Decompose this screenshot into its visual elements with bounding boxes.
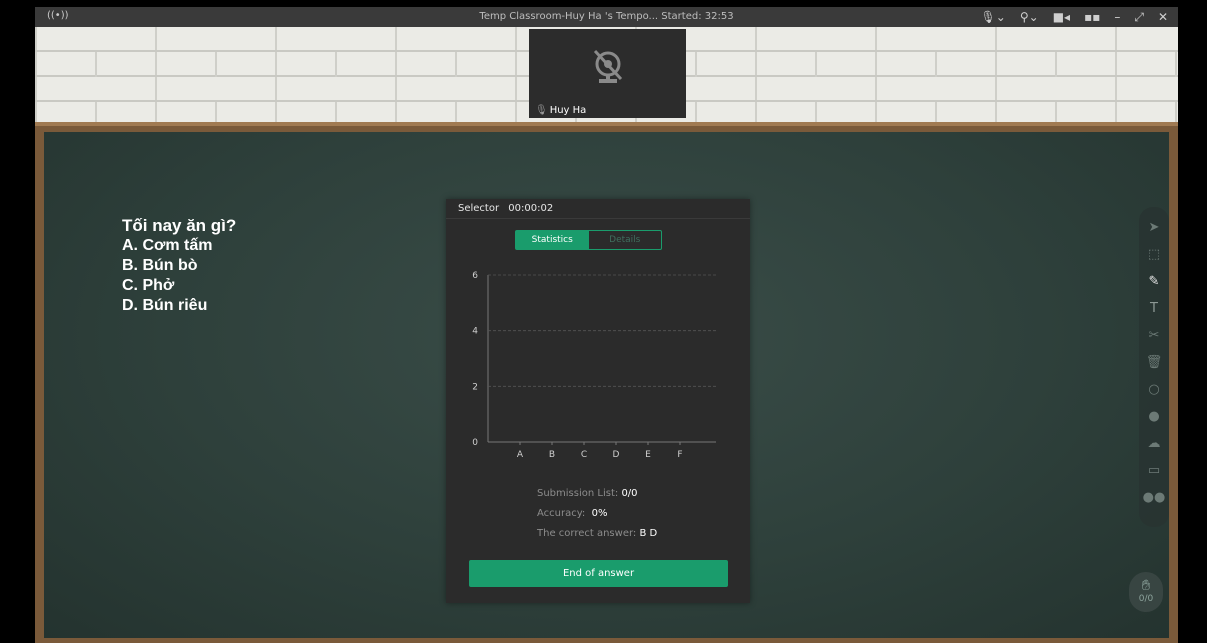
video-icon[interactable]: ■◂: [1053, 9, 1070, 25]
mic-icon[interactable]: 🎙︎⌄: [981, 9, 1006, 25]
accuracy-label: Accuracy:: [537, 508, 586, 519]
participant-name: 🎙︎ Huy Ha: [535, 105, 587, 116]
expand-icon[interactable]: ⤢: [1134, 9, 1144, 25]
accuracy-value: 0%: [591, 508, 608, 519]
option-a: A. Cơm tấm: [122, 237, 213, 254]
x-tick-label: C: [581, 450, 587, 460]
pen-icon[interactable]: ✎: [1149, 273, 1160, 290]
x-tick-label: F: [677, 450, 682, 460]
users-icon[interactable]: ●●: [1143, 489, 1166, 506]
camera-icon[interactable]: ⚲⌄: [1020, 9, 1039, 25]
stats-block: Submission List: 0/0 Accuracy: 0% The co…: [537, 484, 657, 544]
toolbox-icon[interactable]: ▭: [1148, 462, 1160, 479]
title-bar: ((•)) Temp Classroom-Huy Ha 's Tempo... …: [35, 7, 1178, 27]
delete-icon[interactable]: 🗑︎: [1146, 354, 1163, 371]
correct-answer-label: The correct answer:: [537, 528, 637, 539]
selector-panel: Selector 00:00:02 Statistics Details 0 2 4…: [446, 199, 750, 603]
panel-timer: 00:00:02: [508, 203, 554, 214]
shape-icon[interactable]: ○: [1148, 381, 1159, 398]
layout-icon[interactable]: ▪▪: [1084, 9, 1100, 25]
minimize-icon[interactable]: –: [1114, 9, 1120, 25]
tab-statistics[interactable]: Statistics: [516, 231, 589, 249]
x-tick-label: E: [645, 450, 651, 460]
correct-answer-value: B D: [639, 528, 658, 539]
submission-value: 0/0: [621, 488, 638, 499]
x-tick-label: D: [613, 450, 620, 460]
mic-off-icon: 🎙︎: [535, 105, 548, 116]
tab-details[interactable]: Details: [589, 231, 662, 249]
select-icon[interactable]: ⬚: [1148, 246, 1160, 263]
window-controls: 🎙︎⌄ ⚲⌄ ■◂ ▪▪ – ⤢ ✕: [981, 9, 1168, 25]
panel-title: Selector: [458, 203, 500, 214]
option-d: D. Bún riêu: [122, 297, 208, 314]
camera-off-icon: [593, 49, 623, 83]
y-tick-label: 0: [472, 438, 478, 448]
statistics-chart: 0 2 4 6 A B C D E F: [472, 271, 716, 460]
raise-hand-icon: ✋︎: [1141, 576, 1151, 594]
y-tick-label: 4: [472, 327, 478, 337]
y-tick-label: 6: [472, 271, 478, 281]
y-tick-label: 2: [472, 382, 478, 392]
panel-tabs: Statistics Details: [515, 230, 662, 250]
pointer-icon[interactable]: ➤: [1149, 219, 1160, 236]
submission-label: Submission List:: [537, 488, 619, 499]
board-toolbar: ➤ ⬚ ✎ T ✂ 🗑︎ ○ ● ☁︎ ▭ ●●: [1139, 207, 1169, 527]
video-tile[interactable]: 🎙︎ Huy Ha: [529, 29, 686, 118]
option-c: C. Phở: [122, 277, 175, 294]
option-b: B. Bún bò: [122, 257, 198, 274]
question-title: Tối nay ăn gì?: [122, 216, 237, 235]
cloud-icon[interactable]: ☁︎: [1148, 435, 1161, 452]
close-icon[interactable]: ✕: [1158, 9, 1168, 25]
end-answer-button[interactable]: End of answer: [469, 560, 728, 587]
raise-hand-button[interactable]: ✋︎ 0/0: [1129, 572, 1163, 612]
question-text: Tối nay ăn gì? A. Cơm tấm B. Bún bò C. P…: [122, 216, 236, 316]
panel-header: Selector 00:00:02: [446, 199, 750, 219]
text-icon[interactable]: T: [1150, 300, 1158, 317]
x-tick-label: B: [549, 450, 555, 460]
chat-icon[interactable]: ●: [1148, 408, 1159, 425]
eraser-icon[interactable]: ✂: [1149, 327, 1160, 344]
raise-hand-count: 0/0: [1138, 594, 1154, 604]
x-tick-label: A: [517, 450, 524, 460]
